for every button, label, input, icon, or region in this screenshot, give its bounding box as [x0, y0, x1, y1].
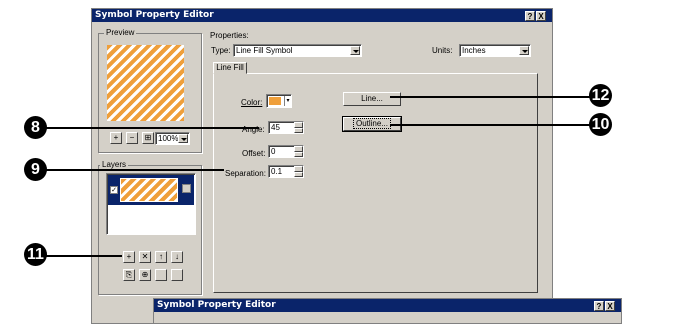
separation-stepper[interactable]	[294, 166, 303, 177]
color-picker[interactable]: ▾	[266, 94, 292, 108]
units-value: Inches	[462, 46, 486, 55]
delete-layer-button[interactable]: ✕	[139, 251, 151, 263]
type-value: Line Fill Symbol	[236, 46, 293, 55]
tab-line-fill-label: Line Fill	[216, 63, 244, 72]
chevron-down-icon[interactable]: ▾	[284, 96, 291, 106]
angle-value: 45	[271, 123, 280, 132]
paste-layer-button[interactable]: ⊕	[139, 269, 151, 281]
move-layer-down-button[interactable]: ↓	[171, 251, 183, 263]
callout-11: 11	[24, 243, 47, 266]
separation-field[interactable]: 0.1	[268, 165, 304, 178]
units-label: Units:	[432, 46, 453, 55]
layers-list[interactable]: ✓	[106, 173, 196, 235]
callout-12: 12	[589, 84, 612, 107]
close-button[interactable]: X	[536, 11, 546, 21]
second-title-bar: Symbol Property Editor	[154, 299, 621, 312]
line-button[interactable]: Line...	[343, 92, 401, 106]
callout-line-8	[44, 127, 259, 129]
callout-10: 10	[589, 113, 612, 136]
move-layer-up-button[interactable]: ↑	[155, 251, 167, 263]
chevron-down-icon[interactable]	[178, 134, 188, 143]
callout-line-12	[390, 96, 600, 98]
second-editor-window: Symbol Property Editor ? X	[153, 298, 622, 324]
layers-label: Layers	[100, 160, 129, 169]
offset-value: 0	[271, 147, 276, 156]
symbol-property-editor-window: Symbol Property Editor ? X Preview + − ⊞…	[91, 8, 553, 324]
layer-row[interactable]: ✓	[108, 175, 194, 205]
layer-option-button-a[interactable]	[155, 269, 167, 281]
color-label: Color:	[241, 98, 263, 107]
preview-swatch	[107, 45, 184, 121]
callout-9: 9	[24, 158, 47, 181]
second-close-button[interactable]: X	[605, 301, 615, 311]
color-swatch	[269, 97, 281, 105]
type-select[interactable]: Line Fill Symbol	[233, 44, 362, 57]
layer-visible-checkbox[interactable]: ✓	[110, 186, 118, 194]
window-title: Symbol Property Editor	[95, 10, 214, 20]
line-button-label: Line...	[361, 94, 383, 103]
zoom-in-button[interactable]: +	[110, 132, 122, 144]
type-label: Type:	[211, 46, 231, 55]
zoom-out-button[interactable]: −	[126, 132, 138, 144]
callout-8: 8	[24, 116, 47, 139]
offset-stepper[interactable]	[294, 146, 303, 157]
help-button[interactable]: ?	[525, 11, 535, 21]
zoom-value: 100%	[158, 134, 179, 143]
callout-line-11	[44, 255, 122, 257]
zoom-select[interactable]: 100%	[155, 132, 190, 145]
angle-stepper[interactable]	[294, 122, 303, 133]
tab-line-fill[interactable]: Line Fill	[213, 62, 247, 74]
preview-label: Preview	[104, 28, 137, 37]
offset-field[interactable]: 0	[268, 145, 304, 158]
separation-value: 0.1	[271, 167, 283, 176]
outline-button-label: Outline...	[352, 118, 391, 129]
layer-thumbnail	[120, 178, 178, 202]
separation-label: Separation:	[225, 169, 266, 178]
offset-label: Offset:	[242, 149, 266, 158]
units-select[interactable]: Inches	[459, 44, 531, 57]
chevron-down-icon[interactable]	[350, 46, 360, 55]
add-layer-button[interactable]: +	[123, 251, 135, 263]
chevron-down-icon[interactable]	[519, 46, 529, 55]
copy-layer-button[interactable]: ⎘	[123, 269, 135, 281]
second-help-button[interactable]: ?	[594, 301, 604, 311]
second-window-title: Symbol Property Editor	[157, 300, 276, 310]
zoom-full-button[interactable]: ⊞	[142, 132, 154, 144]
properties-label: Properties:	[210, 31, 249, 40]
callout-line-10	[390, 124, 600, 126]
layer-lock-icon[interactable]	[182, 184, 191, 193]
callout-line-9	[44, 169, 224, 171]
layer-option-button-b[interactable]	[171, 269, 183, 281]
title-bar: Symbol Property Editor	[92, 9, 552, 22]
angle-field[interactable]: 45	[268, 121, 304, 134]
